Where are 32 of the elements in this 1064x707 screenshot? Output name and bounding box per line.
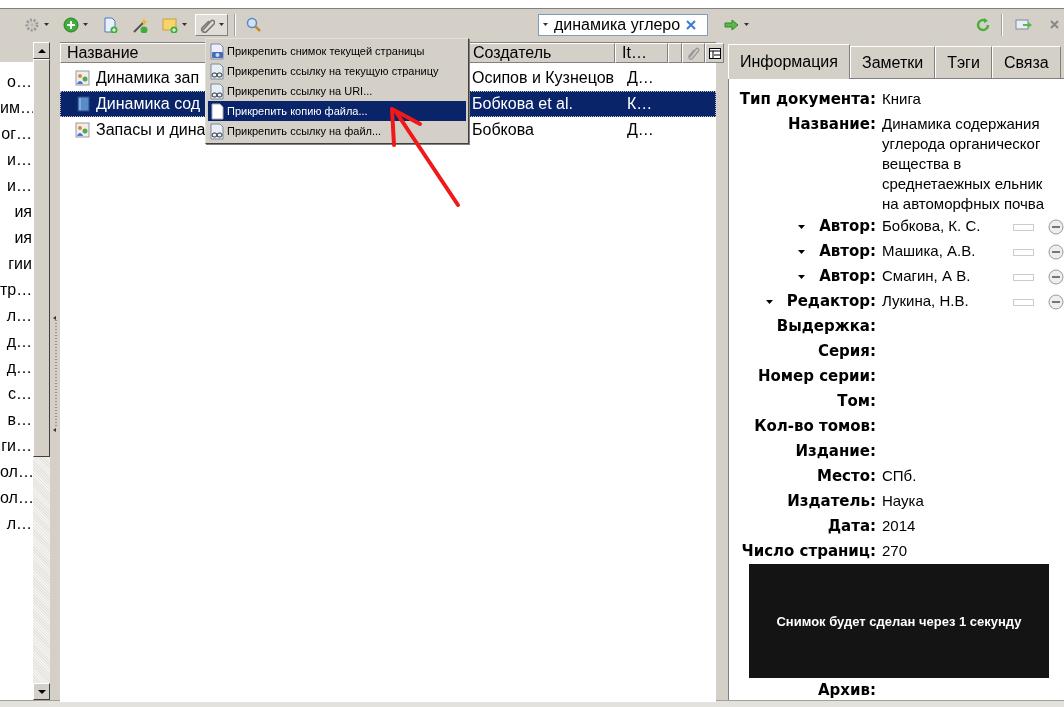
field-label: Дата: [827, 516, 876, 537]
table-cell-text: Д… [626, 121, 655, 139]
field-value: углерода органическог [882, 134, 1041, 154]
field-value: среднетаежных ельник [882, 174, 1043, 194]
field-label: Автор: [819, 266, 876, 287]
field-label: Автор: [819, 241, 876, 262]
field-label: Кол-во томов: [754, 416, 876, 437]
snapshot-notice: Снимок будет сделан через 1 секунду [749, 564, 1049, 678]
field-value: на автоморфных почва [882, 194, 1044, 214]
field-label: Серия: [817, 341, 876, 362]
field-label: Издание: [795, 441, 876, 462]
table-cell: Динамика зап [96, 69, 200, 86]
table-cell-text: Осипов и Кузнецов [472, 69, 616, 87]
field-label: Архив: [817, 680, 876, 700]
table-cell-text: Бобкова [472, 121, 535, 139]
table-cell-text: К… [626, 95, 654, 113]
field-value: Динамика содержания [882, 114, 1040, 134]
field-label: Тип документа: [739, 89, 876, 110]
field-label: Издатель: [787, 491, 876, 512]
table-cell: Запасы и дина [96, 121, 206, 138]
table-cell-text: Бобкова et al. [472, 95, 574, 113]
field-label: Том: [837, 391, 876, 412]
field-label: Число страниц: [741, 541, 876, 562]
field-label: Автор: [819, 216, 876, 237]
table-cell-text: Д… [626, 69, 655, 87]
field-value: вещества в [882, 154, 962, 174]
field-label: Редактор: [786, 291, 876, 312]
field-label: Номер серии: [757, 366, 876, 387]
field-label: Место: [817, 466, 876, 487]
field-label: Выдержка: [776, 316, 876, 337]
table-cell: Динамика сод [96, 95, 201, 112]
field-label: Название: [787, 114, 876, 135]
